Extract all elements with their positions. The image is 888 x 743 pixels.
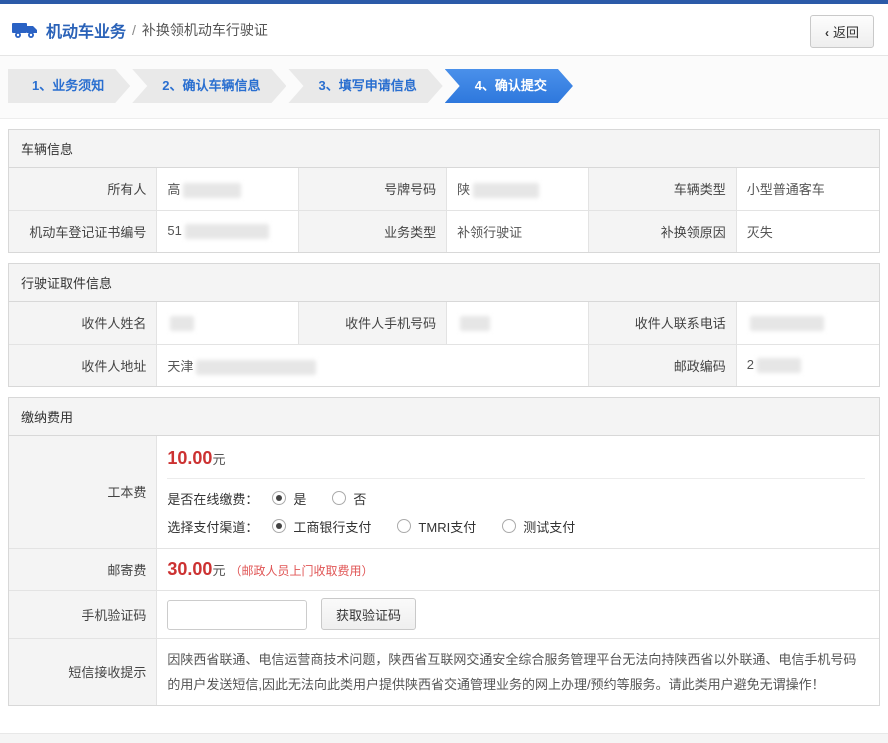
field-label: 收件人姓名 <box>9 302 158 345</box>
field-label: 邮政编码 <box>587 343 737 386</box>
redacted-block <box>196 359 317 375</box>
back-button[interactable]: ‹ 返回 <box>809 15 874 48</box>
radio-icon <box>272 491 287 506</box>
field-value-postcode: 2 <box>735 343 879 386</box>
radio-icon <box>332 491 347 506</box>
table-row: 收件人姓名 收件人手机号码 收件人联系电话 <box>9 302 879 345</box>
pay-channel-question: 选择支付渠道： <box>167 519 259 535</box>
redacted-block <box>460 315 491 331</box>
truck-icon <box>12 22 37 38</box>
field-value-reason: 灭失 <box>735 209 879 252</box>
field-label: 邮寄费 <box>9 547 158 591</box>
field-label: 短信接收提示 <box>9 637 158 706</box>
bottom-strip <box>0 733 888 743</box>
content: 车辆信息 所有人 高 号牌号码 陕 车辆类型 小型普通客车 机动车登记证书编号 … <box>0 119 888 743</box>
table-row: 机动车登记证书编号 51 业务类型 补领行驶证 补换领原因 灭失 <box>9 209 879 252</box>
step-tab-3[interactable]: 3、填写申请信息 <box>288 69 442 103</box>
step-tab-2[interactable]: 2、确认车辆信息 <box>132 69 286 103</box>
captcha-input[interactable] <box>167 600 308 630</box>
radio-online-yes[interactable]: 是 <box>272 489 306 508</box>
radio-online-no[interactable]: 否 <box>332 489 366 508</box>
section-title: 缴纳费用 <box>9 398 879 436</box>
redacted-block <box>757 358 801 374</box>
step-tab-4[interactable]: 4、确认提交 <box>445 69 573 103</box>
field-value-plate: 陕 <box>446 168 589 211</box>
breadcrumb-sub: 补换领机动车行驶证 <box>141 21 268 38</box>
production-fee-amount: 10.00元 <box>167 447 226 468</box>
field-label: 业务类型 <box>298 209 448 252</box>
pay-channel-row: 选择支付渠道： 工商银行支付 TMRI支付 测试支付 <box>167 517 865 536</box>
field-value-vehicle-type: 小型普通客车 <box>735 168 879 211</box>
redacted-block <box>473 183 540 199</box>
field-value-recipient-mobile <box>446 302 589 345</box>
step-tab-1[interactable]: 1、业务须知 <box>8 69 130 103</box>
field-label: 收件人手机号码 <box>298 302 448 345</box>
page: 机动车业务 / 补换领机动车行驶证 ‹ 返回 1、业务须知 2、确认车辆信息 3、… <box>0 0 888 743</box>
field-value-recipient-phone <box>735 302 879 345</box>
table-row: 所有人 高 号牌号码 陕 车辆类型 小型普通客车 <box>9 168 879 211</box>
field-label: 所有人 <box>9 168 158 211</box>
redacted-block <box>184 224 269 240</box>
field-label: 号牌号码 <box>298 168 448 211</box>
back-button-label: 返回 <box>832 25 859 40</box>
radio-icon <box>502 519 517 534</box>
table-row: 短信接收提示 因陕西省联通、电信运营商技术问题，陕西省互联网交通安全综合服务管理… <box>9 637 879 706</box>
field-label: 收件人联系电话 <box>587 302 737 345</box>
field-label: 手机验证码 <box>9 589 158 639</box>
captcha-cell: 获取验证码 <box>156 589 879 639</box>
field-label: 补换领原因 <box>587 209 737 252</box>
postage-fee-cell: 30.00元 （邮政人员上门收取费用） <box>156 547 879 591</box>
table-row: 工本费 10.00元 是否在线缴费： 是 否 选择支付渠道： 工商银行支付 TM… <box>9 436 879 549</box>
radio-icon <box>397 519 412 534</box>
field-label: 收件人地址 <box>9 343 158 386</box>
field-label: 工本费 <box>9 436 158 549</box>
postage-fee-amount: 30.00 <box>167 558 213 579</box>
pickup-info-table: 收件人姓名 收件人手机号码 收件人联系电话 收件人地址 天津 邮政编码 2 <box>9 302 879 386</box>
section-title: 车辆信息 <box>9 130 879 168</box>
field-value-recipient-address: 天津 <box>156 343 589 386</box>
table-row: 收件人地址 天津 邮政编码 2 <box>9 343 879 386</box>
field-value-cert-number: 51 <box>156 209 300 252</box>
field-value-business-type: 补领行驶证 <box>446 209 589 252</box>
radio-channel-icbc[interactable]: 工商银行支付 <box>272 517 371 536</box>
postage-fee-note: （邮政人员上门收取费用） <box>229 563 374 578</box>
fees-table: 工本费 10.00元 是否在线缴费： 是 否 选择支付渠道： 工商银行支付 TM… <box>9 436 879 706</box>
vehicle-info-table: 所有人 高 号牌号码 陕 车辆类型 小型普通客车 机动车登记证书编号 51 业务… <box>9 168 879 252</box>
redacted-block <box>183 183 242 199</box>
field-label: 机动车登记证书编号 <box>9 209 158 252</box>
chevron-left-icon: ‹ <box>824 26 829 40</box>
get-captcha-button[interactable]: 获取验证码 <box>321 598 417 630</box>
radio-icon <box>272 519 287 534</box>
field-value-recipient-name <box>156 302 300 345</box>
redacted-block <box>170 315 195 331</box>
step-tabs: 1、业务须知 2、确认车辆信息 3、填写申请信息 4、确认提交 <box>0 56 888 119</box>
section-pickup-info: 行驶证取件信息 收件人姓名 收件人手机号码 收件人联系电话 收件人地址 天津 邮… <box>8 263 880 387</box>
radio-channel-tmri[interactable]: TMRI支付 <box>397 517 476 536</box>
breadcrumb-main[interactable]: 机动车业务 <box>46 18 126 42</box>
table-row: 邮寄费 30.00元 （邮政人员上门收取费用） <box>9 547 879 591</box>
table-row: 手机验证码 获取验证码 <box>9 589 879 639</box>
field-value-owner: 高 <box>156 168 300 211</box>
radio-channel-test[interactable]: 测试支付 <box>502 517 575 536</box>
online-pay-row: 是否在线缴费： 是 否 <box>167 489 865 508</box>
section-title: 行驶证取件信息 <box>9 264 879 302</box>
section-fees: 缴纳费用 工本费 10.00元 是否在线缴费： 是 否 选择支付渠道： 工商银行… <box>8 397 880 707</box>
sms-notice-text: 因陕西省联通、电信运营商技术问题，陕西省互联网交通安全综合服务管理平台无法向持陕… <box>156 637 879 706</box>
breadcrumb-separator: / <box>132 21 136 38</box>
section-vehicle-info: 车辆信息 所有人 高 号牌号码 陕 车辆类型 小型普通客车 机动车登记证书编号 … <box>8 129 880 253</box>
field-label: 车辆类型 <box>587 168 737 211</box>
production-fee-cell: 10.00元 是否在线缴费： 是 否 选择支付渠道： 工商银行支付 TMRI支付… <box>156 436 879 549</box>
online-pay-question: 是否在线缴费： <box>167 491 259 507</box>
divider <box>167 477 865 479</box>
header: 机动车业务 / 补换领机动车行驶证 ‹ 返回 <box>0 4 888 56</box>
redacted-block <box>749 315 824 331</box>
